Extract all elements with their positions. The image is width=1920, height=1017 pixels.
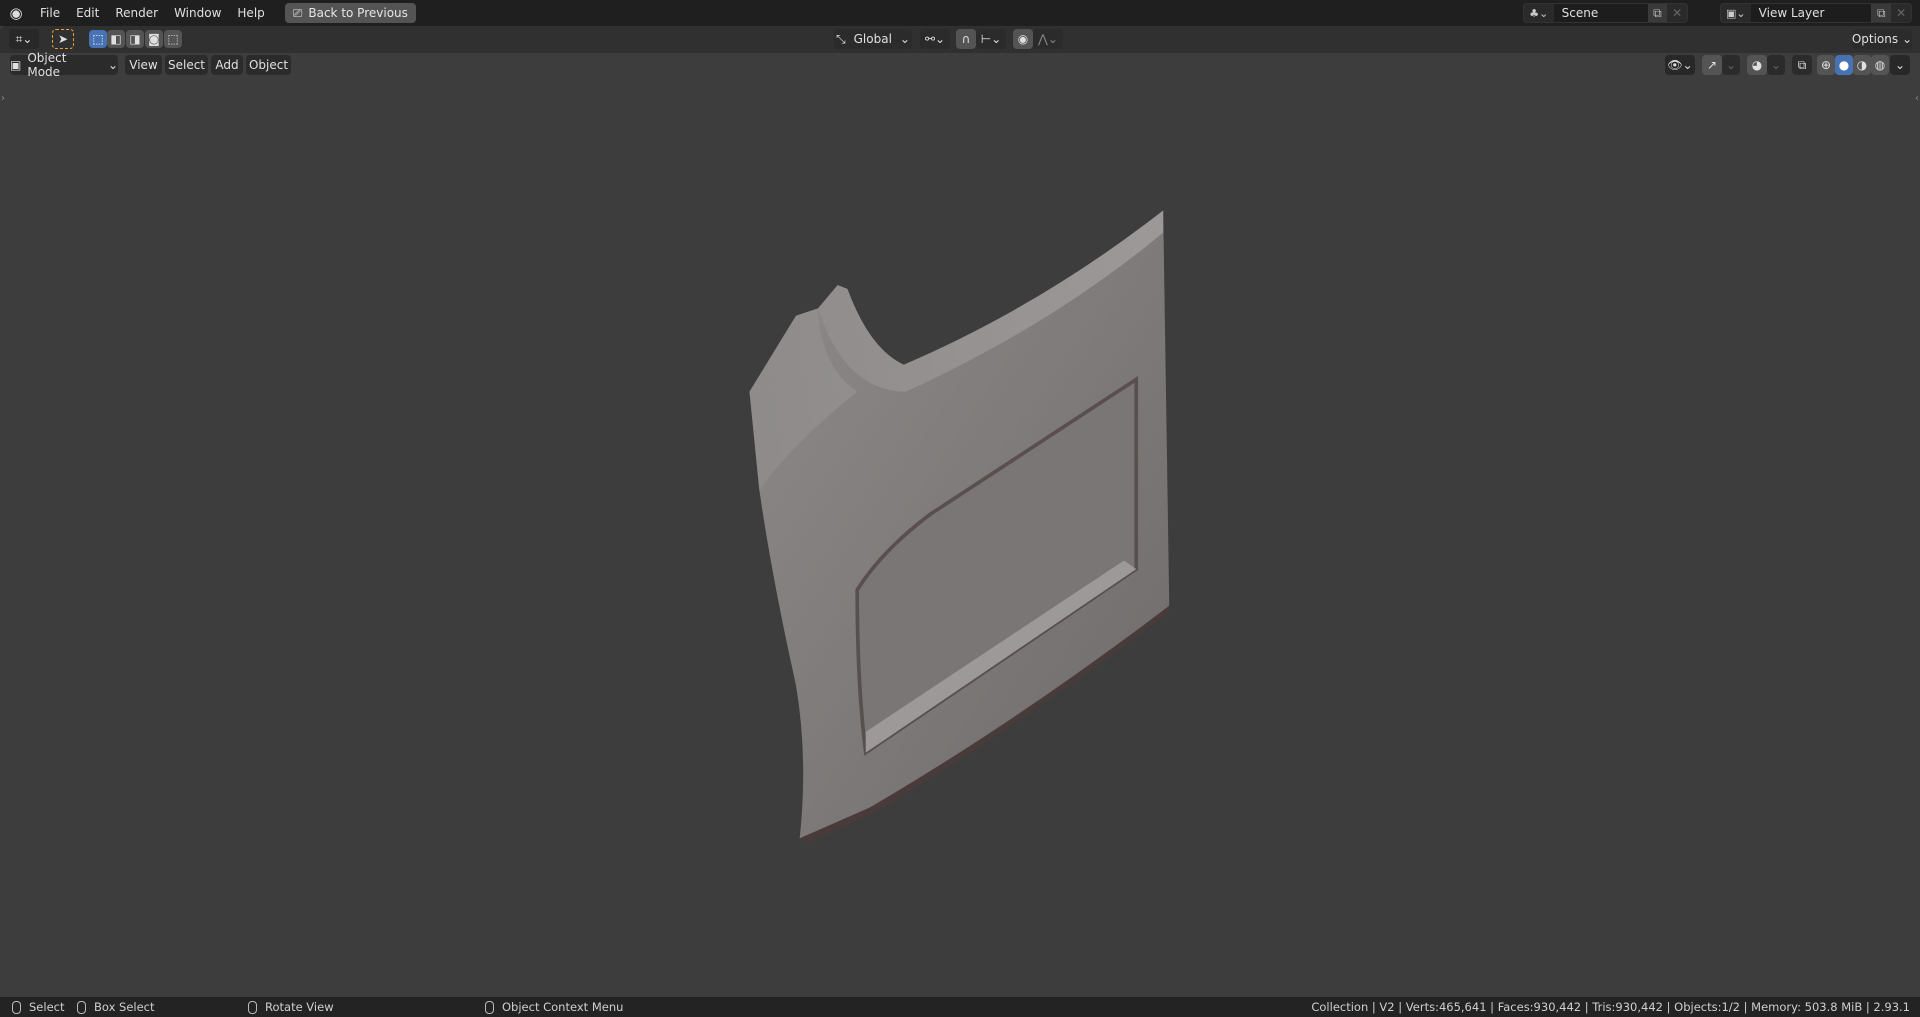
mouse-drag-icon [77, 1000, 86, 1014]
status-box-select: Box Select [94, 1000, 155, 1014]
scene-statistics: Collection | V2 | Verts:465,641 | Faces:… [1311, 1000, 1910, 1014]
status-bar: Select Box Select Rotate View Object Con… [0, 997, 1920, 1017]
mouse-right-icon [485, 1000, 494, 1014]
viewport-3d-model[interactable] [0, 0, 1920, 1017]
status-select: Select [29, 1000, 65, 1014]
mouse-left-icon [12, 1000, 21, 1014]
status-rotate-view: Rotate View [265, 1000, 334, 1014]
status-context-menu: Object Context Menu [502, 1000, 624, 1014]
mouse-middle-icon [248, 1000, 257, 1014]
